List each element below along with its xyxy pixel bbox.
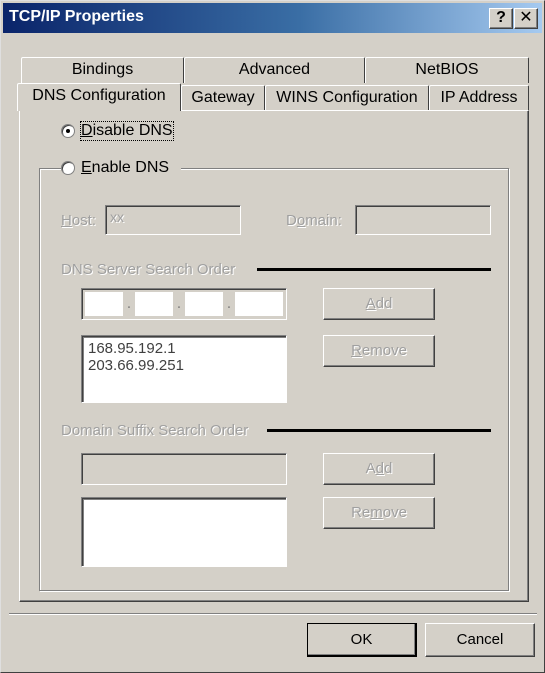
domain-suffix-input[interactable] xyxy=(81,453,287,485)
tab-gateway[interactable]: Gateway xyxy=(181,85,265,111)
tab-label: IP Address xyxy=(440,89,518,106)
tab-wins-configuration[interactable]: WINS Configuration xyxy=(265,85,429,111)
domain-suffix-search-order-heading: Domain Suffix Search Order xyxy=(61,422,253,439)
close-icon: ✕ xyxy=(519,9,533,26)
tcpip-properties-dialog: TCP/IP Properties ? ✕ Bindings Advanced … xyxy=(0,0,545,673)
cancel-label: Cancel xyxy=(456,631,504,648)
title-bar[interactable]: TCP/IP Properties ? ✕ xyxy=(3,3,542,33)
tab-label: WINS Configuration xyxy=(276,89,418,106)
help-button[interactable]: ? xyxy=(489,8,513,29)
ip-dot: . xyxy=(226,295,232,312)
domain-label: Domain: xyxy=(286,212,342,229)
cancel-button[interactable]: Cancel xyxy=(425,623,535,657)
radio-button-unchecked[interactable] xyxy=(61,161,75,175)
radio-button-checked[interactable] xyxy=(61,124,75,138)
tab-label: Gateway xyxy=(191,89,255,106)
tab-bindings[interactable]: Bindings xyxy=(21,57,184,83)
ok-button[interactable]: OK xyxy=(307,623,417,657)
dns-server-separator xyxy=(257,268,491,271)
ip-dot: . xyxy=(176,295,182,312)
ip-dot: . xyxy=(126,295,132,312)
dns-server-list[interactable]: 168.95.192.1 203.66.99.251 xyxy=(81,335,287,403)
enable-dns-radio[interactable]: Enable DNS xyxy=(61,159,181,179)
ip-octet-4[interactable] xyxy=(235,292,283,316)
tab-label: Bindings xyxy=(71,61,134,78)
domain-suffix-separator xyxy=(267,429,491,432)
tab-dns-configuration[interactable]: DNS Configuration xyxy=(17,83,181,111)
close-button[interactable]: ✕ xyxy=(514,8,538,29)
dns-server-add-button[interactable]: Add xyxy=(323,288,435,320)
tab-label: DNS Configuration xyxy=(32,87,166,104)
domain-suffix-remove-button[interactable]: Remove xyxy=(323,497,435,529)
disable-dns-label: Disable DNS xyxy=(80,121,174,141)
help-icon: ? xyxy=(496,9,506,26)
dns-server-remove-button[interactable]: Remove xyxy=(323,335,435,367)
ip-octet-2[interactable] xyxy=(135,292,173,316)
dns-server-ip-input[interactable]: . . . xyxy=(81,288,287,320)
footer-divider xyxy=(9,613,537,615)
tab-advanced[interactable]: Advanced xyxy=(184,57,365,83)
ip-octet-3[interactable] xyxy=(185,292,223,316)
host-value: xx xyxy=(110,209,124,225)
list-item[interactable]: 168.95.192.1 xyxy=(88,340,280,357)
enable-dns-label: Enable DNS xyxy=(81,159,170,176)
tab-label: NetBIOS xyxy=(415,61,479,78)
host-field[interactable]: xx xyxy=(105,205,241,235)
window-title: TCP/IP Properties xyxy=(9,8,144,25)
ok-label: OK xyxy=(350,631,373,648)
domain-suffix-add-button[interactable]: Add xyxy=(323,453,435,485)
domain-field[interactable] xyxy=(355,205,491,235)
dns-server-search-order-heading: DNS Server Search Order xyxy=(61,261,240,278)
tab-netbios[interactable]: NetBIOS xyxy=(365,57,529,83)
disable-dns-radio[interactable]: Disable DNS xyxy=(61,121,211,142)
host-label: Host: xyxy=(61,212,97,229)
domain-suffix-list[interactable] xyxy=(81,497,287,567)
tab-ip-address[interactable]: IP Address xyxy=(429,85,529,111)
ip-octet-1[interactable] xyxy=(85,292,123,316)
tab-label: Advanced xyxy=(238,61,311,78)
list-item[interactable]: 203.66.99.251 xyxy=(88,357,280,374)
